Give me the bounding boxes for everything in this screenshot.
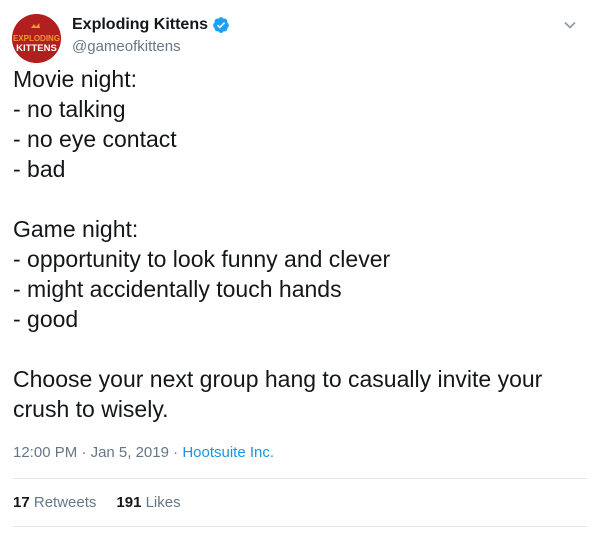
tweet-line: - might accidentally touch hands <box>13 276 342 302</box>
tweet-text: Movie night: - no talking - no eye conta… <box>13 64 583 424</box>
tweet-date[interactable]: Jan 5, 2019 <box>91 444 169 461</box>
divider <box>13 478 587 479</box>
avatar-text-top: EXPLODING <box>13 34 60 43</box>
tweet-header: EXPLODING KITTENS Exploding Kittens @gam… <box>12 10 587 63</box>
exploding-kittens-logo: EXPLODING KITTENS <box>12 14 61 63</box>
meta-separator: · <box>168 444 183 461</box>
tweet-line: - no talking <box>13 96 126 122</box>
retweets-count: 17 <box>13 494 30 511</box>
tweet-line: Game night: <box>13 216 139 242</box>
tweet-line: - bad <box>13 156 66 182</box>
handle[interactable]: @gameofkittens <box>72 38 230 55</box>
tweet-source-link[interactable]: Hootsuite Inc. <box>182 444 274 461</box>
avatar-text-bottom: KITTENS <box>16 43 57 54</box>
tweet-card: EXPLODING KITTENS Exploding Kittens @gam… <box>0 0 597 537</box>
verified-badge-icon <box>212 16 230 34</box>
tweet-stats: 17 Retweets 191 Likes <box>13 494 201 511</box>
meta-separator: · <box>77 444 91 461</box>
avatar[interactable]: EXPLODING KITTENS <box>12 14 61 63</box>
display-name[interactable]: Exploding Kittens <box>72 16 208 34</box>
likes-label: Likes <box>145 494 181 511</box>
name-row: Exploding Kittens <box>72 14 230 36</box>
tweet-line: Movie night: <box>13 66 138 92</box>
tweet-line: crush to wisely. <box>13 396 169 422</box>
retweets-stat[interactable]: 17 Retweets <box>13 494 96 511</box>
tweet-line: Choose your next group hang to casually … <box>13 366 543 392</box>
likes-count: 191 <box>116 494 142 511</box>
tweet-time[interactable]: 12:00 PM <box>13 444 77 461</box>
divider <box>13 526 587 527</box>
retweets-label: Retweets <box>33 494 97 511</box>
tweet-line: - no eye contact <box>13 126 177 152</box>
likes-stat[interactable]: 191 Likes <box>116 494 180 511</box>
chevron-down-icon[interactable] <box>563 18 577 32</box>
author-info: Exploding Kittens @gameofkittens <box>72 14 230 55</box>
tweet-line: - opportunity to look funny and clever <box>13 246 391 272</box>
tweet-meta: 12:00 PM · Jan 5, 2019 · Hootsuite Inc. <box>13 444 274 461</box>
tweet-line: - good <box>13 306 79 332</box>
